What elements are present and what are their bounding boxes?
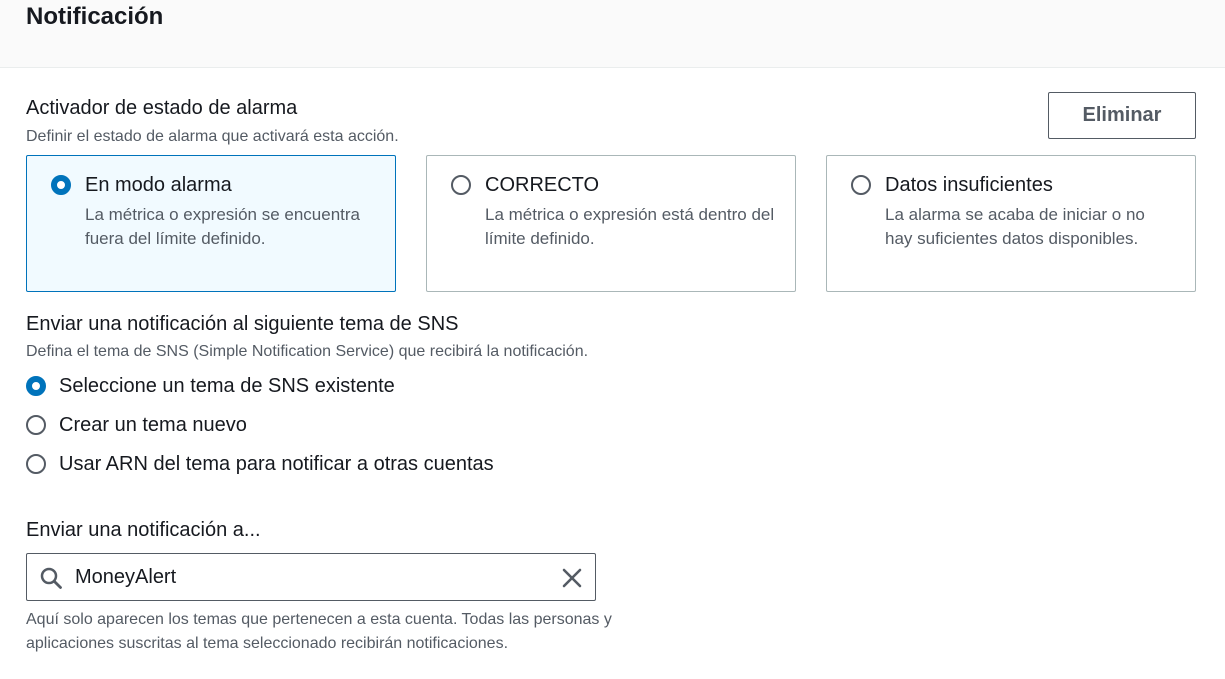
tile-label: En modo alarma <box>85 174 232 196</box>
tile-description: La métrica o expresión se encuentra fuer… <box>85 205 360 248</box>
option-label: Seleccione un tema de SNS existente <box>59 375 395 397</box>
tile-description: La métrica o expresión está dentro del l… <box>485 205 775 248</box>
radio-new-topic[interactable] <box>26 415 46 435</box>
alarm-state-tile-ok[interactable]: CORRECTO La métrica o expresión está den… <box>426 155 796 292</box>
send-to-label: Enviar una notificación a... <box>26 519 261 541</box>
alarm-state-tile-in-alarm[interactable]: En modo alarma La métrica o expresión se… <box>26 155 396 292</box>
radio-ok[interactable] <box>451 175 471 195</box>
radio-insufficient-data[interactable] <box>851 175 871 195</box>
sns-title: Enviar una notificación al siguiente tem… <box>26 313 459 335</box>
radio-in-alarm[interactable] <box>51 175 71 195</box>
alarm-state-tile-insufficient-data[interactable]: Datos insuficientes La alarma se acaba d… <box>826 155 1196 292</box>
radio-existing-topic[interactable] <box>26 376 46 396</box>
notification-header: Notificación <box>0 0 1225 68</box>
alarm-state-title: Activador de estado de alarma <box>26 97 298 119</box>
sns-description: Defina el tema de SNS (Simple Notificati… <box>26 343 589 360</box>
delete-button[interactable]: Eliminar <box>1048 92 1196 139</box>
topic-hint: Aquí solo aparecen los temas que pertene… <box>26 611 612 652</box>
topic-search-input[interactable] <box>75 562 545 592</box>
tile-label: Datos insuficientes <box>885 174 1053 196</box>
tile-label: CORRECTO <box>485 174 600 196</box>
option-label: Crear un tema nuevo <box>59 414 247 436</box>
close-icon[interactable] <box>560 566 584 590</box>
radio-topic-arn[interactable] <box>26 454 46 474</box>
alarm-state-description: Definir el estado de alarma que activará… <box>26 128 399 145</box>
search-icon <box>40 567 62 589</box>
topic-search-field[interactable] <box>26 553 596 601</box>
page-title: Notificación <box>26 3 164 30</box>
tile-description: La alarma se acaba de iniciar o no hay s… <box>885 205 1145 248</box>
option-label: Usar ARN del tema para notificar a otras… <box>59 453 494 475</box>
